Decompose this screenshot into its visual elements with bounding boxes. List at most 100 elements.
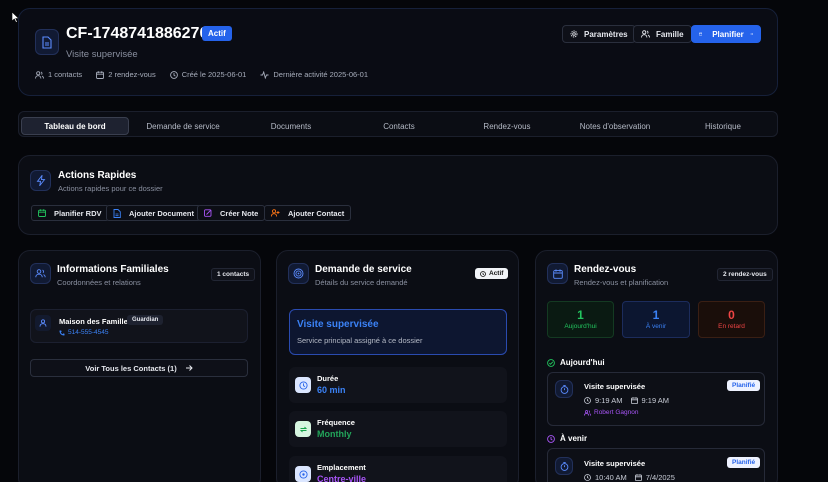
- today-appointment-person-row: Robert Gagnon: [584, 409, 638, 416]
- appointments-icon-box: [547, 263, 568, 284]
- stat-overdue[interactable]: 0 En retard: [698, 301, 765, 338]
- family-card-title: Informations Familiales: [57, 264, 169, 275]
- tab-dashboard[interactable]: Tableau de bord: [21, 117, 129, 135]
- upcoming-appointment-time-row: 10:40 AM 7/4/2025: [584, 473, 675, 482]
- family-contacts-badge: 1 contacts: [211, 268, 256, 281]
- service-highlight-title: Visite supervisée: [297, 319, 379, 330]
- today-appointment-person: Robert Gagnon: [594, 409, 639, 416]
- location-label: Emplacement: [317, 463, 366, 472]
- create-note-button[interactable]: Créer Note: [197, 205, 266, 221]
- stat-today-label: Aujourd'hui: [564, 323, 597, 330]
- service-status-badge: Actif: [475, 268, 509, 279]
- service-status-label: Actif: [489, 270, 504, 277]
- clock-icon: [584, 397, 591, 404]
- contacts-meta: 1 contacts: [35, 70, 82, 79]
- settings-button-label: Paramètres: [584, 29, 628, 39]
- arrow-right-icon: [750, 32, 753, 36]
- case-title: CF-1748741886270: [66, 25, 209, 42]
- tab-appointments[interactable]: Rendez-vous: [453, 117, 561, 135]
- phone-icon: [59, 330, 65, 335]
- family-button-label: Famille: [656, 29, 684, 39]
- create-note-label: Créer Note: [220, 208, 259, 218]
- users-icon: [584, 409, 591, 416]
- today-section-header: Aujourd'hui: [547, 358, 605, 367]
- upcoming-appointment-time: 10:40 AM: [595, 473, 627, 482]
- stat-today[interactable]: 1 Aujourd'hui: [547, 301, 614, 338]
- today-section-label: Aujourd'hui: [560, 358, 605, 367]
- user-icon: [39, 319, 47, 327]
- view-all-contacts-button[interactable]: Voir Tous les Contacts (1): [30, 359, 248, 377]
- family-button[interactable]: Famille: [633, 25, 692, 43]
- upcoming-appointment-date: 7/4/2025: [645, 473, 675, 482]
- add-document-button[interactable]: Ajouter Document: [106, 205, 202, 221]
- created-meta: Créé le 2025-06-01: [169, 70, 247, 79]
- repeat-icon: [299, 426, 307, 432]
- service-card-subtitle: Détails du service demandé: [315, 278, 408, 287]
- calendar-icon: [96, 70, 105, 79]
- contact-role-badge: Guardian: [127, 315, 164, 325]
- location-pin-icon: [298, 469, 308, 479]
- settings-button[interactable]: Paramètres: [562, 25, 636, 43]
- frequency-value: Monthly: [317, 429, 352, 439]
- case-meta-row: 1 contacts 2 rendez-vous Créé le 2025-06…: [35, 70, 368, 79]
- clock-icon: [298, 380, 308, 390]
- calendar-icon: [38, 209, 46, 217]
- add-contact-button[interactable]: Ajouter Contact: [264, 205, 352, 221]
- contact-phone[interactable]: 514-555-4545: [68, 329, 108, 336]
- upcoming-appointment-icon-box: [555, 457, 573, 475]
- stat-overdue-value: 0: [728, 308, 735, 322]
- timer-icon: [560, 461, 568, 471]
- contact-avatar: [35, 315, 51, 331]
- plan-button-label: Planifier: [712, 29, 744, 39]
- family-card-subtitle: Coordonnées et relations: [57, 278, 141, 287]
- check-circle-icon: [547, 358, 555, 367]
- clock-icon: [547, 434, 555, 443]
- today-appointment-time-row: 9:19 AM 9:19 AM: [584, 396, 669, 405]
- upcoming-appointment-title: Visite supervisée: [584, 459, 646, 468]
- tab-documents[interactable]: Documents: [237, 117, 345, 135]
- contacts-meta-text: 1 contacts: [48, 70, 83, 79]
- case-subtitle: Visite supervisée: [66, 49, 138, 60]
- tab-contacts[interactable]: Contacts: [345, 117, 453, 135]
- duration-value: 60 min: [317, 385, 346, 395]
- quick-actions-icon-box: [30, 170, 51, 191]
- target-icon: [293, 268, 304, 279]
- add-document-label: Ajouter Document: [129, 208, 195, 218]
- service-icon-box: [288, 263, 309, 284]
- clock-icon: [584, 474, 591, 481]
- created-meta-text: Créé le 2025-06-01: [181, 70, 247, 79]
- family-icon-box: [30, 263, 51, 284]
- today-appointment-status: Planifié: [727, 380, 761, 391]
- stat-upcoming-label: À venir: [645, 323, 667, 330]
- schedule-appointment-button[interactable]: Planifier RDV: [31, 205, 109, 221]
- activity-icon: [260, 70, 269, 79]
- today-appointment-date: 9:19 AM: [641, 396, 670, 405]
- service-card-title: Demande de service: [315, 264, 412, 275]
- users-icon: [35, 70, 44, 79]
- appointments-card-title: Rendez-vous: [574, 264, 637, 275]
- stat-upcoming-value: 1: [652, 308, 660, 322]
- document-icon: [113, 208, 121, 218]
- plan-button[interactable]: Planifier: [691, 25, 761, 43]
- appointments-count-badge: 2 rendez-vous: [717, 268, 773, 281]
- today-appointment-title: Visite supervisée: [584, 382, 646, 391]
- gear-icon: [570, 30, 578, 38]
- calendar-icon: [634, 474, 642, 481]
- users-icon: [641, 30, 650, 38]
- quick-actions-title: Actions Rapides: [58, 170, 137, 181]
- clock-icon: [169, 70, 178, 79]
- tab-history[interactable]: Historique: [669, 117, 777, 135]
- appointments-meta: 2 rendez-vous: [96, 70, 156, 79]
- last-activity-meta-text: Dernière activité 2025-06-01: [273, 70, 368, 79]
- quick-actions-card: [18, 155, 778, 235]
- case-header-card: CF-1748741886270 Actif Visite supervisée…: [18, 8, 778, 96]
- add-contact-label: Ajouter Contact: [288, 208, 345, 218]
- tab-observation-notes[interactable]: Notes d'observation: [561, 117, 669, 135]
- schedule-appointment-label: Planifier RDV: [54, 208, 102, 218]
- today-appointment-icon-box: [555, 380, 573, 398]
- last-activity-meta: Dernière activité 2025-06-01: [260, 70, 368, 79]
- tab-service-request[interactable]: Demande de service: [129, 117, 237, 135]
- appointments-meta-text: 2 rendez-vous: [108, 70, 156, 79]
- calendar-icon: [552, 268, 563, 279]
- stat-upcoming[interactable]: 1 À venir: [622, 301, 690, 338]
